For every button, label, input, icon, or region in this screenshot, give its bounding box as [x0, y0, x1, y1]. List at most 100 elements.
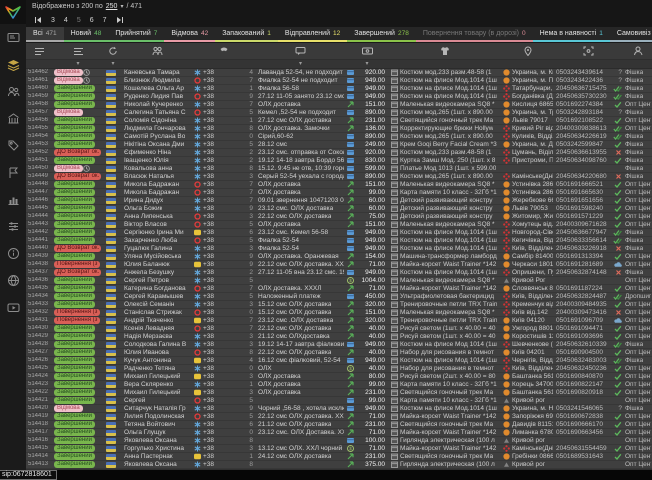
page-5[interactable]: 5 [77, 17, 81, 24]
table-row[interactable]: 514437ДО Возврат ок.Анжела Безушку+38227… [26, 269, 652, 277]
table-row[interactable]: 514433ЗавершенийОлексій Семанін+38315.12… [26, 301, 652, 309]
table-row[interactable]: 514458ЗавершенийНиколай Кучеренко+387ОЛХ… [26, 101, 652, 109]
table-row[interactable]: 514455ЗавершенийЛюдмила Гончарова+388ОЛХ… [26, 125, 652, 133]
col-comment-header[interactable] [256, 43, 345, 59]
sidebar-reports-icon[interactable] [0, 186, 26, 213]
table-row[interactable]: 514444ЗавершенийАнна Липенська+38322.12 … [26, 213, 652, 221]
table-row[interactable]: 514424ЗавершенийМихаил Гилецький+383ОЛХ … [26, 373, 652, 381]
tab-прийнятий[interactable]: Прийнятий7 [108, 27, 164, 42]
table-row[interactable]: 514451ЗавершенийІващенко Юлія+38219.12 1… [26, 157, 652, 165]
sidebar-company-icon[interactable] [0, 105, 26, 132]
col-flag-filter[interactable]: ▾ [104, 60, 122, 68]
table-row[interactable]: 514438Повернення (зЮлия Баланюк+38922.12… [26, 261, 652, 269]
filter-caret-icon[interactable]: ▾ [365, 60, 368, 68]
table-row[interactable]: 514432Повернення (зСтаніслав Стрижак+380… [26, 309, 652, 317]
table-row[interactable]: 514460ЗавершенийКошелева Ольга Ар+381Фиа… [26, 85, 652, 93]
col-comment-filter[interactable]: ▾ [256, 60, 345, 68]
table-row[interactable]: 514422ЗавершенийМихаил Гилецький+383ОЛХ … [26, 389, 652, 397]
col-status-header[interactable] [52, 43, 104, 59]
sidebar-video-icon[interactable] [0, 294, 26, 321]
chevron-down-icon[interactable]: ▾ [120, 3, 123, 10]
sidebar-info-icon[interactable] [0, 240, 26, 267]
page-7[interactable]: 7 [103, 17, 107, 24]
table-row[interactable]: 514423ЗавершенийВера Скляренко+381ОЛХ до… [26, 381, 652, 389]
table-row[interactable]: 514415ЗавершенийГоргулько Христина+38313… [26, 445, 652, 453]
tab-відправлений[interactable]: Відправлений12 [278, 27, 347, 42]
table-row[interactable]: 514416ЗавершенийЯковлева Оксана+388100.0… [26, 437, 652, 445]
table-row[interactable]: 514443ЗавершенийВіктор Власов+385ОЛХ дос… [26, 221, 652, 229]
filter-caret-icon[interactable]: ▾ [299, 60, 302, 68]
table-row[interactable]: 514420ВідмоваСитарчук Наталія Гр+389Чорн… [26, 405, 652, 413]
page-4[interactable]: 4 [64, 17, 68, 24]
tab-новий[interactable]: Новий48 [64, 27, 109, 42]
col-id-header[interactable] [26, 43, 52, 59]
sidebar-products-icon[interactable] [0, 132, 26, 159]
col-status-filter[interactable]: ▾ [52, 60, 104, 68]
table-row[interactable]: 514452ДО Возврат ок.Єфименко Ніна+38223.… [26, 149, 652, 157]
col-phone-header[interactable] [192, 43, 256, 59]
table-row[interactable]: 514449ДО Возврат ок.Власюк Наталья+383Се… [26, 173, 652, 181]
table-row[interactable]: 514417ЗавершенийОльга Глущук+38023.12 см… [26, 429, 652, 437]
table-row[interactable]: 514418ЗавершенийТетяна Войтович+38621.12… [26, 421, 652, 429]
table-row[interactable]: 514425ЗавершенийРадченко Тетяна+380ОЛХ$4… [26, 365, 652, 373]
table-row[interactable]: 514419ЗавершенийЛилия Подолинская+38522.… [26, 413, 652, 421]
col-address-header[interactable] [501, 43, 554, 59]
table-row[interactable]: 514429ЗавершенийНадія Мерзаєва+38321.12 … [26, 333, 652, 341]
table-row[interactable]: 514447ЗавершенийМикола Бадражан+387ОЛХ д… [26, 189, 652, 197]
table-row[interactable]: 514457ВідмоваСалегина Татьяна С+385Кемел… [26, 109, 652, 117]
last-page-icon[interactable] [116, 16, 124, 24]
table-row[interactable]: 514430ЗавершенийКсенія Левадняя+38722.12… [26, 325, 652, 333]
sidebar-orders-icon[interactable] [0, 51, 26, 78]
tab-всі[interactable]: Всі471 [26, 27, 64, 42]
filter-caret-icon[interactable]: ▾ [76, 60, 79, 68]
table-row[interactable]: 514440ДО Возврат ок.Гуцалюк Галина+383Фи… [26, 245, 652, 253]
table-row[interactable]: 514428ЗавершенийСолодкова Галина В+38319… [26, 341, 652, 349]
table-row[interactable]: 514426ЗавершенийКучук Антонина+38416.12 … [26, 357, 652, 365]
table-row[interactable]: 514454ЗавершенийСамотій Руслана Во+380Сі… [26, 133, 652, 141]
app-logo-icon[interactable] [0, 0, 26, 24]
first-page-icon[interactable] [34, 16, 42, 24]
col-product-header[interactable] [389, 43, 501, 59]
per-page-dropdown[interactable]: 250 [106, 3, 118, 10]
table-row[interactable]: 514431Повернення (зАндрій Ткаченко+38723… [26, 317, 652, 325]
table-row[interactable]: 514459ЗавершенийРуденко Лидия Пав+38927.… [26, 93, 652, 101]
table-row[interactable]: 514439ЗавершенийУляна Мусійовська+389ОЛХ… [26, 253, 652, 261]
sidebar-dashboard-icon[interactable] [0, 24, 26, 51]
table-row[interactable]: 514413ЗавершенийЯковлева Оксана+388375.0… [26, 461, 652, 469]
col-name-header[interactable] [122, 43, 192, 59]
table-row[interactable]: 514445ЗавершенийОльга Божик+38923.12 смс… [26, 205, 652, 213]
tab-завершений[interactable]: Завершений278 [347, 27, 416, 42]
tab-відмова[interactable]: Відмова42 [164, 27, 215, 42]
table-row[interactable]: 514436ЗавершенийСергей Петров+385$1004.0… [26, 277, 652, 285]
sidebar-globe-icon[interactable] [0, 267, 26, 294]
tab-нема-в-наявності[interactable]: Нема в наявності1 [533, 27, 610, 42]
table-row[interactable]: 514446ЗавершенийИрина Дидух+38709.01 зве… [26, 197, 652, 205]
sidebar-customers-icon[interactable] [0, 78, 26, 105]
col-flag-header[interactable] [104, 43, 122, 59]
table-row[interactable]: 514448ЗавершенийМикола Бадражан+387ОЛХ д… [26, 181, 652, 189]
table-row[interactable]: 514421ЗавершенийСергей+38599.00Карта пам… [26, 397, 652, 405]
table-row[interactable]: 514453ЗавершенийНікітіна Оксана Дми+3852… [26, 141, 652, 149]
col-tracking-header[interactable] [554, 43, 623, 59]
table-row[interactable]: 514441ЗавершенийЗахарченко Люба+385Фиалк… [26, 237, 652, 245]
table-row[interactable]: 514461ВідмоваБлизнюк Людмила+387Фиалка 5… [26, 77, 652, 85]
page-6[interactable]: 6 [90, 17, 94, 24]
table-row[interactable]: 514462ВідмоваКаневська Тамара+384Лаванда… [26, 69, 652, 77]
col-source-header[interactable] [623, 43, 652, 59]
filter-caret-icon[interactable]: ▾ [111, 60, 114, 68]
tab-самовивіз[interactable]: Самовивіз2 [610, 27, 652, 42]
col-price-header[interactable] [345, 43, 389, 59]
table-row[interactable]: 514456ЗавершенийСоломія Сідоніна+38127.1… [26, 117, 652, 125]
table-row[interactable]: 514435ЗавершенийКатерина Богданова+387ОЛ… [26, 285, 652, 293]
table-row[interactable]: 514434ЗавершенийСергей Карамышев+385Нало… [26, 293, 652, 301]
page-3[interactable]: 3 [51, 17, 55, 24]
sidebar-campaigns-icon[interactable] [0, 159, 26, 186]
sidebar-settings-icon[interactable] [0, 213, 26, 240]
table-row[interactable]: 514414ЗавершенийАнна Пастернак+38124.12 … [26, 453, 652, 461]
tab-запакований[interactable]: Запакований1 [215, 27, 278, 42]
table-row[interactable]: 514450ВідмоваКовальова анна+38815.12. 9:… [26, 165, 652, 173]
table-row[interactable]: 514442ЗавершенийСергіюнко Ірина Ми+38623… [26, 229, 652, 237]
tab-повернення-товару-в-дорозі-[interactable]: Повернення товару (в дорозі)0 [416, 27, 533, 42]
table-row[interactable]: 514427ЗавершенийЮлия Иванова+38822.12 см… [26, 349, 652, 357]
col-price-filter[interactable]: ▾ [345, 60, 389, 68]
